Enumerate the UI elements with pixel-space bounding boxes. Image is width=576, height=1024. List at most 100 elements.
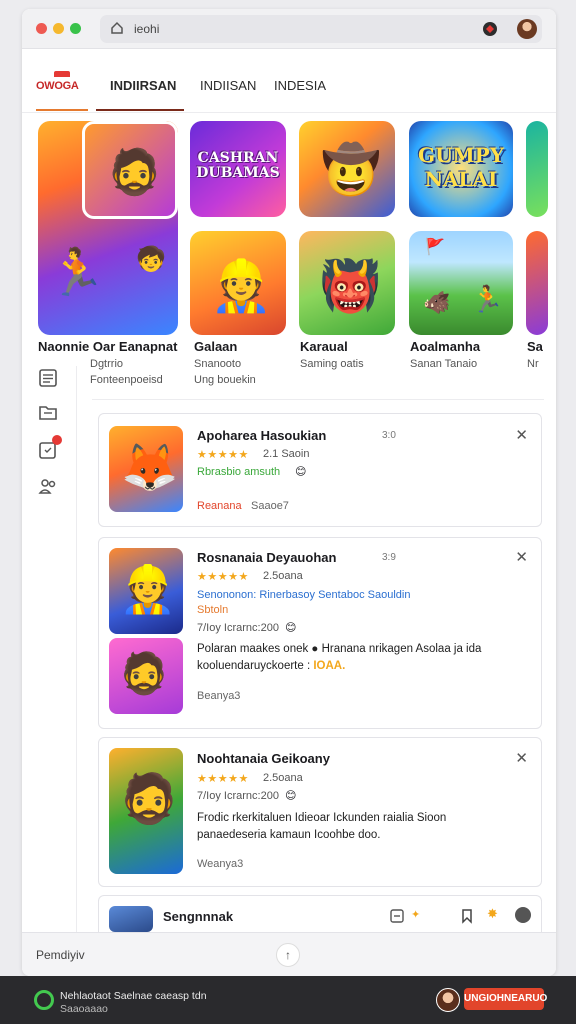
app-description: Polaran maakes onek ● Hranana nrikagen A… [197,643,482,672]
extension-icon[interactable] [481,20,499,38]
game-tile-field[interactable]: 🚩 🐗 🏃 [409,231,513,335]
hero-inset-tile: 🧔 [82,121,178,219]
game-tile-ogre[interactable]: 👹 [299,231,395,335]
game-title[interactable]: Galaan [194,339,237,354]
address-text: ieohi [134,22,160,36]
home-icon[interactable] [110,21,124,35]
grid-icon[interactable] [389,908,405,924]
game-subtitle: Saming oatis [300,358,364,370]
app-title[interactable]: Rosnanaia Deyauohan [197,550,336,565]
system-text: Nehlaotaot Saelnae caeasp tdn [60,990,207,1002]
game-tile-partial-bottom[interactable] [526,231,548,335]
app-meta: 7/Ioy Icrarnc:200 [197,790,279,802]
close-icon[interactable]: ✕ [515,749,528,767]
sidebar-divider [76,366,77,932]
app-title[interactable]: Noohtanaia Geikoany [197,751,330,766]
app-card[interactable]: 🦊 Apoharea Hasoukian 3:0 ✕ ★★★★★ 2.1 Sao… [98,413,542,527]
close-icon[interactable]: ✕ [515,426,528,444]
miner-character-icon: 👷 [119,562,177,616]
game-title[interactable]: Aoalmanha [410,339,480,354]
footer-text: Pemdiyiv [36,948,85,962]
close-icon[interactable]: ✕ [515,548,528,566]
sparkle-icon[interactable]: ✸ [487,906,498,922]
game-tile-cashran[interactable]: CASHRAN DUBAMAS [190,121,286,217]
rating-stars: ★★★★★ [197,570,249,583]
app-icon: 👷 [109,548,183,634]
action-button[interactable]: UNGIOHNEARUO [464,988,547,1010]
ogre-character-icon: 👹 [319,257,382,315]
profile-avatar[interactable] [517,19,537,39]
rating-stars: ★★★★★ [197,448,249,461]
app-footer: Beanya3 [197,690,241,702]
emoji-icon: 😊 [285,621,297,634]
app-card[interactable]: 👷 🧔 Rosnanaia Deyauohan 3:9 ✕ ★★★★★ 2.5o… [98,537,542,729]
tab-1[interactable]: INDIIRSAN [110,78,176,93]
minimize-window-button[interactable] [53,23,64,34]
title-bar: ieohi [22,9,556,49]
app-tagline: Rbrasbio amsuth [197,466,281,478]
tab-2[interactable]: INDIISAN [200,78,256,93]
game-subtitle: Fonteenpoeisd [90,374,163,386]
robot-character-icon: 🤠 [321,142,381,198]
builder-character-icon: 👷 [210,257,273,315]
tab-3[interactable]: INDESIA [274,78,326,93]
tile-caption: GUMPY NALAI [418,143,504,191]
runner-icon: 🏃 [471,285,504,315]
app-meta: 7/Ioy Icrarnc:200 [197,622,279,634]
game-tile-hero[interactable]: 🧔 🏃 🧒 [38,121,178,335]
folder-icon[interactable] [37,401,59,423]
small-character-icon: 🧒 [136,245,166,273]
app-logo[interactable]: OWOGA [36,71,88,97]
game-tile-robot[interactable]: 🤠 [299,121,395,217]
game-subtitle: Ung bouekin [194,374,256,386]
fox-character-icon: 🦊 [121,440,179,494]
app-description: Frodic rkerkitaluen Idieoar Ickunden rai… [197,812,447,841]
star-icon: ✦ [411,909,421,921]
record-icon[interactable] [515,907,531,923]
tab-navigation: OWOGA INDIIRSAN INDIISAN INDESIA [22,59,556,113]
system-bar: Nehlaotaot Saelnae caeasp tdn Saaoaaao U… [0,976,576,1024]
status-ring-icon[interactable] [34,990,54,1010]
app-size: 3:0 [382,430,396,441]
game-tile-builder[interactable]: 👷 [190,231,286,335]
app-icon [109,906,153,932]
app-icon-secondary: 🧔 [109,638,183,714]
character-icon: 🧔 [119,651,169,697]
game-title[interactable]: Karaual [300,339,348,354]
game-tile-partial-top[interactable] [526,121,548,217]
address-bar[interactable]: ieohi [100,15,542,43]
game-subtitle: Sanan Tanaio [410,358,478,370]
app-icon: 🦊 [109,426,183,512]
group-icon[interactable] [37,475,59,497]
game-subtitle: Dgtrrio [90,358,124,370]
window-footer: Pemdiyiv ↑ [22,932,556,976]
app-title[interactable]: Sengnnnak [163,909,233,924]
app-tag: Reanana [197,500,242,512]
game-title[interactable]: Naonnie Oar Eanapnat [38,339,177,354]
rating-count: 2.5oana [263,772,303,784]
close-window-button[interactable] [36,23,47,34]
app-card[interactable]: 🧔 Noohtanaia Geikoany ✕ ★★★★★ 2.5oana 7/… [98,737,542,887]
rating-stars: ★★★★★ [197,772,249,785]
miner-character-icon: 🧔 [107,147,162,198]
list-icon[interactable] [37,367,59,389]
section-divider [92,399,544,400]
runner-icon: 🐗 [423,291,451,316]
rating-count: 2.5oana [263,570,303,582]
game-tile-gumpy[interactable]: GUMPY NALAI [409,121,513,217]
app-footer: Weanya3 [197,858,244,870]
hammer-character-icon: 🧔 [119,771,179,827]
app-footer-text: Saaoe7 [251,500,289,512]
app-title[interactable]: Apoharea Hasoukian [197,428,326,443]
maximize-window-button[interactable] [70,23,81,34]
scroll-up-button[interactable]: ↑ [276,943,300,967]
emoji-icon: 😊 [295,465,307,478]
flag-icon: 🚩 [425,237,445,256]
system-subtext: Saaoaaao [60,1003,108,1015]
game-title[interactable]: Sa [527,339,543,354]
user-avatar[interactable] [436,988,460,1012]
bookmark-icon[interactable] [459,908,475,924]
browser-window: ieohi OWOGA INDIIRSAN INDIISAN INDESIA 🧔… [22,9,556,976]
app-card-partial[interactable]: Sengnnnak ✦ ✸ [98,895,542,935]
app-size: 3:9 [382,552,396,563]
